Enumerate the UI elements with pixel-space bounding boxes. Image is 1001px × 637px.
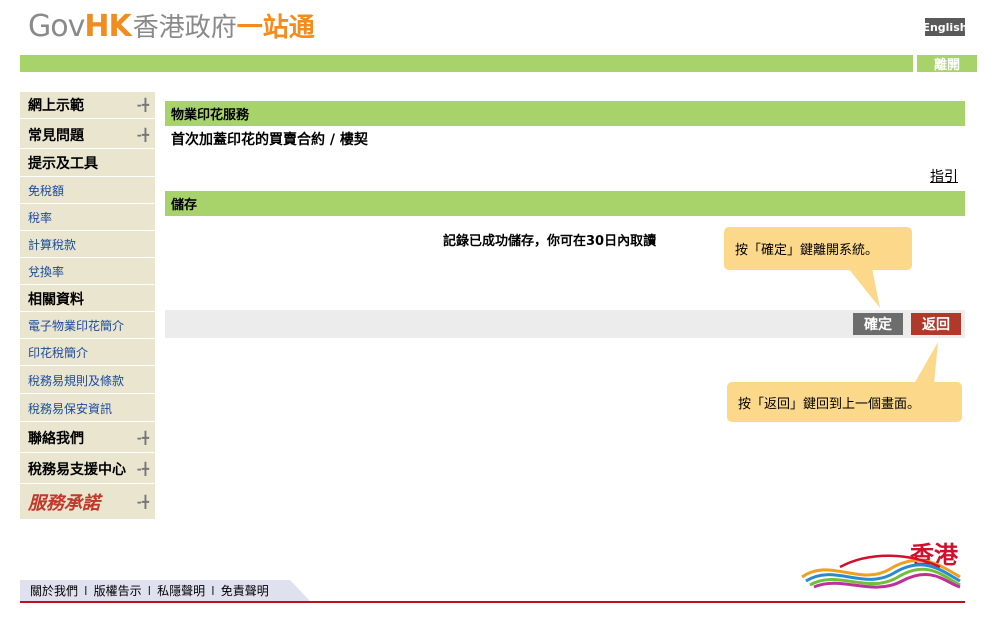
sidebar-heading-tips-tools: 提示及工具 — [20, 150, 155, 177]
sidebar-item-performance-pledge[interactable]: 服務承諾 -╋ — [20, 485, 155, 520]
button-bar — [165, 310, 965, 338]
sidebar-item-label: 計算稅款 — [28, 238, 77, 252]
expand-arrow-icon: -╋ — [136, 128, 149, 142]
expand-arrow-icon: -╋ — [136, 98, 149, 112]
sidebar-item-label: 相關資料 — [28, 291, 84, 308]
sidebar-item-label: 電子物業印花簡介 — [28, 319, 125, 333]
success-message: 記錄已成功儲存，你可在30日內取讀 — [443, 234, 657, 249]
logo-hk-text: HK — [84, 9, 131, 44]
sidebar-item-label: 稅務易支援中心 — [28, 461, 126, 478]
sidebar-item-label: 網上示範 — [28, 98, 84, 114]
logo-cn-grey-text: 香港政府 — [132, 13, 237, 43]
sidebar-item-faq[interactable]: 常見問題 -╋ — [20, 122, 155, 149]
sidebar-item-support-centre[interactable]: 稅務易支援中心 -╋ — [20, 454, 155, 484]
sidebar-item-security-info[interactable]: 稅務易保安資訊 — [20, 395, 155, 422]
tip-back-text: 按「返回」鍵回到上一個畫面。 — [738, 396, 921, 412]
tip-ok-pointer — [848, 268, 880, 308]
footer-link-privacy[interactable]: 私隱聲明 — [157, 582, 205, 599]
expand-arrow-icon: -╋ — [136, 495, 149, 509]
footer-separator: I — [84, 583, 88, 598]
guide-link[interactable]: 指引 — [930, 166, 958, 186]
page-subtitle: 首次加蓋印花的買賣合約 / 樓契 — [171, 132, 368, 148]
sidebar-item-label: 印花稅簡介 — [28, 346, 89, 360]
logo-cn-orange-text: 一站通 — [236, 13, 315, 43]
sidebar-item-label: 稅務易保安資訊 — [28, 401, 113, 416]
save-section-header: 儲存 — [165, 191, 965, 216]
footer-link-copyright[interactable]: 版權告示 — [94, 582, 142, 599]
sidebar-item-label: 提示及工具 — [28, 156, 98, 172]
sidebar-item-terms[interactable]: 稅務易規則及條款 — [20, 367, 155, 394]
sidebar-item-tax-calculator[interactable]: 計算稅款 — [20, 232, 155, 258]
tip-ok: 按「確定」鍵離開系統。 — [724, 227, 912, 270]
sidebar-item-label: 免稅額 — [28, 184, 65, 198]
top-green-bar — [20, 55, 913, 72]
sidebar-item-label: 聯絡我們 — [28, 430, 84, 447]
back-button[interactable]: 返回 — [911, 313, 961, 335]
tip-back-pointer — [914, 342, 938, 384]
expand-arrow-icon: -╋ — [136, 461, 149, 476]
sidebar-item-allowances[interactable]: 免稅額 — [20, 178, 155, 204]
flying-dragon-icon — [801, 554, 961, 589]
pledge-logo: 服務承諾 — [28, 493, 100, 514]
sidebar-item-contact-us[interactable]: 聯絡我們 -╋ — [20, 423, 155, 453]
sidebar-item-e-stamping-intro[interactable]: 電子物業印花簡介 — [20, 313, 155, 339]
english-language-button[interactable]: English — [922, 18, 968, 36]
sidebar-item-tax-rates[interactable]: 稅率 — [20, 205, 155, 231]
sidebar-item-exchange-rates[interactable]: 兌換率 — [20, 259, 155, 285]
footer-separator: I — [211, 583, 215, 598]
sidebar-item-online-demo[interactable]: 網上示範 -╋ — [20, 92, 155, 119]
footer-links: 關於我們 I 版權告示 I 私隱聲明 I 免責聲明 — [20, 580, 290, 601]
govhk-logo: Gov HK 香港政府 一站通 — [28, 8, 315, 44]
expand-arrow-icon: -╋ — [136, 430, 149, 445]
footer-link-about[interactable]: 關於我們 — [30, 582, 78, 599]
sidebar-item-label: 稅務易規則及條款 — [28, 373, 125, 388]
footer-red-line — [20, 601, 965, 603]
footer-link-disclaimer[interactable]: 免責聲明 — [221, 582, 269, 599]
confirm-button[interactable]: 確定 — [853, 313, 903, 335]
service-section-header: 物業印花服務 — [165, 101, 965, 126]
tip-ok-text: 按「確定」鍵離開系統。 — [735, 243, 879, 258]
footer-separator: I — [147, 583, 152, 598]
brand-hk-logo: 香港 — [800, 535, 965, 590]
exit-button[interactable]: 離開 — [915, 55, 977, 73]
sidebar-item-label: 兌換率 — [28, 265, 65, 279]
sidebar-heading-related-info: 相關資料 — [20, 286, 155, 312]
footer-tab-edge — [290, 580, 310, 601]
sidebar-item-label: 常見問題 — [28, 128, 84, 144]
sidebar: 網上示範 -╋ 常見問題 -╋ 提示及工具 免稅額 稅率 計算稅款 兌換率 相關… — [20, 92, 155, 520]
tip-back: 按「返回」鍵回到上一個畫面。 — [727, 382, 962, 422]
sidebar-item-stamp-duty-intro[interactable]: 印花稅簡介 — [20, 340, 155, 366]
sidebar-item-label: 稅率 — [28, 211, 53, 225]
logo-gov-text: Gov — [28, 9, 85, 44]
